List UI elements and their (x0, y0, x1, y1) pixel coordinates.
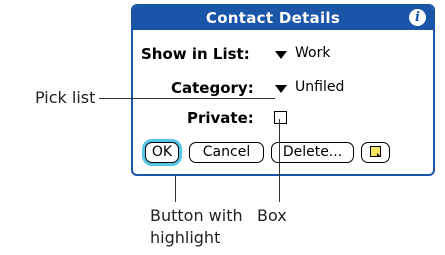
callout-pick-list-line (99, 98, 275, 99)
callout-box-line (279, 119, 280, 202)
note-icon-fold (377, 153, 381, 157)
private-label: Private: (187, 109, 254, 127)
note-icon (370, 146, 381, 157)
show-in-list-value[interactable]: Work (295, 45, 330, 61)
show-in-list-label: Show in List: (141, 45, 250, 63)
category-value[interactable]: Unfiled (295, 79, 344, 95)
pick-list-arrow-icon[interactable] (275, 51, 287, 59)
category-label: Category: (171, 79, 254, 97)
info-icon[interactable]: i (409, 9, 426, 26)
callout-button-line (175, 176, 176, 202)
delete-button[interactable]: Delete... (271, 142, 354, 163)
callout-button-highlight-line2: highlight (150, 228, 221, 247)
contact-details-dialog: Contact Details i Show in List: Work Cat… (131, 4, 435, 176)
callout-pick-list: Pick list (35, 88, 96, 107)
private-checkbox[interactable] (274, 111, 287, 124)
callout-box: Box (257, 206, 287, 225)
cancel-button[interactable]: Cancel (189, 142, 264, 163)
note-button[interactable] (361, 142, 390, 163)
pick-list-arrow-icon[interactable] (275, 85, 287, 93)
callout-button-highlight-line1: Button with (150, 206, 243, 225)
ok-button[interactable]: OK (145, 142, 179, 163)
dialog-title: Contact Details (205, 9, 341, 27)
dialog-titlebar: Contact Details i (133, 6, 433, 30)
